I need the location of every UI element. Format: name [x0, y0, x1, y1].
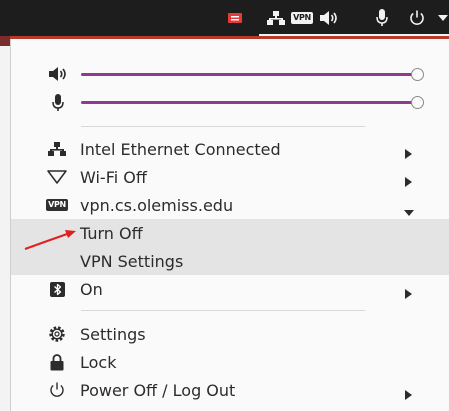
- network-wired-icon[interactable]: [265, 0, 287, 36]
- microphone-icon: [52, 94, 70, 111]
- power-icon[interactable]: [407, 0, 427, 36]
- menu-item-label: Intel Ethernet Connected: [80, 139, 281, 159]
- microphone-icon[interactable]: [372, 0, 392, 36]
- menu-item-ethernet[interactable]: Intel Ethernet Connected: [11, 135, 449, 163]
- microphone-slider[interactable]: [11, 91, 449, 113]
- network-wired-icon: [47, 141, 67, 157]
- submenu-arrow-icon: [405, 144, 412, 163]
- submenu-arrow-icon: [405, 172, 412, 191]
- vpn-badge: VPN: [291, 12, 313, 24]
- power-icon: [47, 382, 67, 398]
- vpn-icon: VPN: [46, 197, 68, 213]
- wifi-off-icon: [47, 169, 67, 185]
- microphone-slider-track[interactable]: [81, 101, 415, 104]
- vpn-icon[interactable]: VPN: [288, 0, 316, 36]
- menu-item-label: Wi-Fi Off: [80, 167, 147, 187]
- menu-item-label: Power Off / Log Out: [80, 380, 236, 400]
- menu-item-label: VPN Settings: [80, 251, 184, 271]
- menu-item-bluetooth[interactable]: On: [11, 275, 449, 303]
- lock-icon: [47, 353, 67, 370]
- menu-item-settings[interactable]: Settings: [11, 320, 449, 348]
- volume-slider-track[interactable]: [81, 73, 415, 76]
- settings-icon: [47, 326, 67, 342]
- volume-icon[interactable]: [317, 0, 343, 36]
- menu-item-label: On: [80, 279, 103, 299]
- background-window-edge: [0, 36, 10, 411]
- annotation-arrow-icon: [24, 230, 76, 250]
- top-bar: VPN: [0, 0, 449, 36]
- menu-item-label: Settings: [80, 324, 146, 344]
- submenu-arrow-icon: [405, 284, 412, 303]
- menu-item-label: Lock: [80, 352, 117, 372]
- chevron-down-icon[interactable]: [436, 0, 449, 36]
- bluetooth-icon: [47, 281, 67, 297]
- volume-slider-handle[interactable]: [411, 68, 424, 81]
- menu-item-label: vpn.cs.olemiss.edu: [80, 195, 234, 215]
- volume-icon: [49, 66, 67, 82]
- menu-item-vpn[interactable]: VPN vpn.cs.olemiss.edu: [11, 191, 449, 219]
- separator: [81, 310, 365, 311]
- microphone-slider-handle[interactable]: [411, 96, 424, 109]
- menu-item-lock[interactable]: Lock: [11, 348, 449, 376]
- vpn-badge: VPN: [46, 199, 68, 211]
- menu-top-accent: [10, 36, 449, 39]
- separator: [81, 126, 365, 127]
- menu-item-label: Turn Off: [80, 223, 143, 243]
- menu-item-wifi[interactable]: Wi-Fi Off: [11, 163, 449, 191]
- submenu-arrow-icon: [405, 385, 412, 404]
- menu-item-power-off[interactable]: Power Off / Log Out: [11, 376, 449, 404]
- app-indicator-icon[interactable]: [227, 0, 243, 36]
- volume-slider[interactable]: [11, 63, 449, 85]
